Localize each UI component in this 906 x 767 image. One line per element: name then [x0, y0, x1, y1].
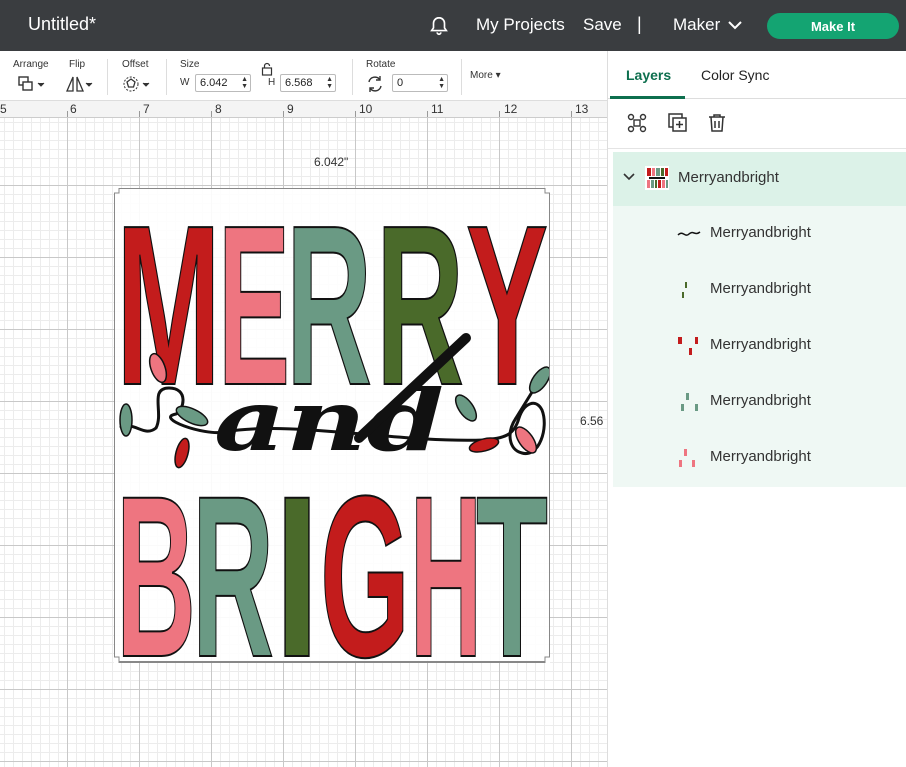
ruler-tick: [571, 111, 572, 117]
layers-panel: Layers Color Sync Merryandbright Merryan…: [607, 51, 906, 767]
layer-thumbnail: [678, 337, 698, 355]
ruler-tick: [499, 111, 500, 117]
design-letter: B: [116, 448, 196, 663]
layer-row[interactable]: Merryandbright: [613, 430, 906, 486]
design-letter: I: [274, 448, 320, 663]
rotate-icon[interactable]: [366, 75, 384, 93]
merry-and-bright-design[interactable]: M E R R Y and B R I G H T: [114, 188, 550, 663]
ruler-tick: [139, 111, 140, 117]
bright-word: B R I G H T: [115, 447, 549, 663]
rotate-label: Rotate: [366, 59, 396, 70]
arrange-icon[interactable]: [18, 76, 46, 92]
design-letter: R: [192, 448, 274, 663]
offset-icon[interactable]: [122, 76, 152, 92]
width-stepper-icon[interactable]: ▲ ▼: [241, 76, 248, 90]
toolbar-divider: [166, 59, 167, 95]
save-button[interactable]: Save: [583, 15, 622, 35]
resize-handle[interactable]: [544, 188, 550, 194]
trash-icon[interactable]: [707, 113, 727, 133]
resize-handle[interactable]: [114, 188, 120, 194]
group-thumbnail: [645, 166, 669, 190]
design-letter: M: [116, 188, 221, 433]
flip-icon[interactable]: [66, 76, 94, 92]
flip-label: Flip: [69, 59, 86, 70]
top-bar: Untitled* My Projects Save | Maker Make …: [0, 0, 906, 51]
resize-handle[interactable]: [114, 656, 120, 663]
design-letter: Y: [466, 188, 548, 433]
layer-thumbnail: [681, 393, 698, 411]
resize-handle[interactable]: [544, 656, 550, 663]
toolbar-divider: [107, 59, 108, 95]
layer-group-row[interactable]: Merryandbright: [613, 152, 906, 206]
layer-row[interactable]: Merryandbright: [613, 318, 906, 374]
layer-group-name: Merryandbright: [678, 169, 779, 186]
chevron-down-icon[interactable]: [728, 19, 742, 31]
top-ruler: 5 6 7 8 9 10 11 12 13: [0, 101, 607, 118]
layer-name: Merryandbright: [710, 224, 811, 241]
document-title[interactable]: Untitled*: [28, 14, 96, 35]
make-it-button[interactable]: Make It: [767, 13, 899, 39]
duplicate-icon[interactable]: [668, 113, 688, 133]
my-projects-link[interactable]: My Projects: [476, 15, 565, 35]
rotate-value: 0: [397, 77, 404, 89]
layer-name: Merryandbright: [710, 280, 811, 297]
ruler-number: 10: [359, 102, 373, 116]
design-letter: H: [410, 448, 482, 663]
bell-icon[interactable]: [428, 15, 450, 37]
edit-toolbar: Arrange Flip Offset Size W 6.042 ▲ ▼ H 6.…: [0, 51, 607, 101]
width-input[interactable]: 6.042 ▲ ▼: [195, 74, 251, 92]
active-tab-indicator: [610, 96, 685, 99]
size-label: Size: [180, 59, 200, 70]
offset-label: Offset: [122, 59, 149, 70]
ruler-tick: [211, 111, 212, 117]
layer-name: Merryandbright: [710, 392, 811, 409]
design-letter: G: [320, 448, 410, 663]
layer-thumbnail: [679, 449, 695, 467]
ruler-number: 7: [143, 102, 150, 116]
height-input[interactable]: 6.568 ▲ ▼: [280, 74, 336, 92]
ruler-number: 9: [287, 102, 294, 116]
height-stepper-icon[interactable]: ▲ ▼: [326, 76, 333, 90]
layer-row[interactable]: Merryandbright: [613, 374, 906, 430]
height-value: 6.568: [285, 77, 313, 89]
machine-select[interactable]: Maker: [673, 15, 720, 35]
chevron-down-icon[interactable]: [623, 172, 635, 182]
width-letter: W: [180, 77, 190, 88]
design-letter: T: [476, 448, 548, 663]
more-label: More: [470, 70, 493, 81]
layer-name: Merryandbright: [710, 448, 811, 465]
ruler-number: 11: [431, 102, 444, 116]
panel-divider: [608, 148, 906, 149]
tab-color-sync[interactable]: Color Sync: [701, 67, 769, 83]
ruler-tick: [355, 111, 356, 117]
ruler-number: 5: [0, 102, 7, 116]
layer-row[interactable]: Merryandbright: [613, 206, 906, 262]
ruler-number: 8: [215, 102, 222, 116]
more-button[interactable]: More ▾: [470, 70, 501, 81]
rotate-stepper-icon[interactable]: ▲ ▼: [438, 76, 445, 90]
layer-name: Merryandbright: [710, 336, 811, 353]
layer-thumbnail: [677, 231, 701, 236]
lock-icon[interactable]: [261, 62, 273, 76]
header-separator: |: [637, 14, 642, 34]
ruler-tick: [427, 111, 428, 117]
toolbar-divider: [352, 59, 353, 95]
width-dimension-label: 6.042": [314, 155, 349, 169]
layer-row[interactable]: Merryandbright: [613, 262, 906, 318]
ruler-tick: [283, 111, 284, 117]
layer-thumbnail: [682, 282, 687, 298]
ruler-number: 12: [504, 102, 518, 116]
ruler-tick: [67, 111, 68, 117]
arrange-label: Arrange: [13, 59, 49, 70]
ruler-number: 13: [575, 102, 589, 116]
group-icon[interactable]: [627, 113, 647, 133]
toolbar-divider: [461, 59, 462, 95]
tab-layers[interactable]: Layers: [626, 67, 671, 83]
height-letter: H: [268, 77, 276, 88]
ruler-number: 6: [70, 102, 77, 116]
layers-list: Merryandbright Merryandbright Merryandbr…: [613, 152, 906, 487]
height-dimension-label: 6.56: [580, 414, 604, 428]
rotate-input[interactable]: 0 ▲ ▼: [392, 74, 448, 92]
width-value: 6.042: [200, 77, 228, 89]
